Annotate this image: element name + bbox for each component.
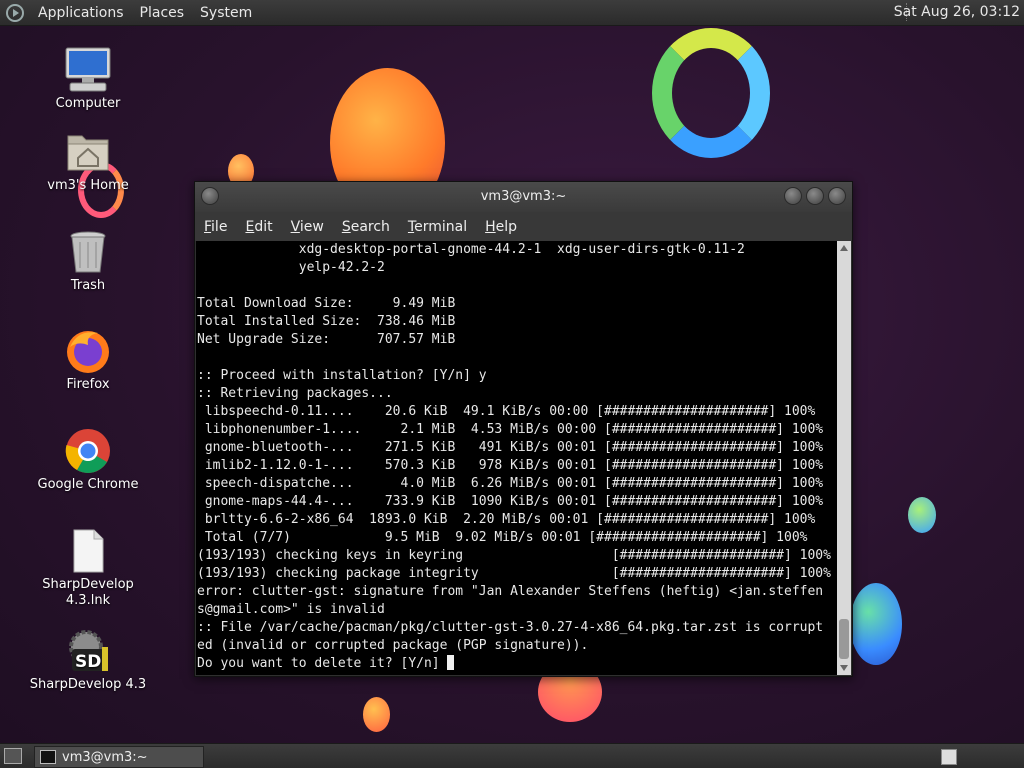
svg-text:SD: SD (75, 652, 101, 672)
home-folder-icon (64, 128, 112, 176)
menu-label: ile (211, 218, 228, 235)
desktop-icon-label: SharpDevelop 4.3.lnk (42, 577, 134, 608)
taskbar-window-label: vm3@vm3:~ (62, 749, 148, 765)
desktop-icon-firefox[interactable]: Firefox (28, 327, 148, 393)
wallpaper-gradient-ring (652, 28, 770, 158)
menu-label: erminal (414, 218, 468, 235)
menu-accel-key: E (245, 218, 255, 235)
firefox-icon (64, 327, 112, 375)
desktop-icon-label: SharpDevelop 4.3 (29, 677, 147, 692)
menu-label: elp (495, 218, 518, 235)
desktop-icon-sharpdevelop-lnk[interactable]: SharpDevelop 4.3.lnk (28, 527, 148, 609)
terminal-output-text: xdg-desktop-portal-gnome-44.2-1 xdg-user… (197, 242, 831, 671)
trash-icon (64, 228, 112, 276)
maximize-button[interactable] (806, 187, 824, 205)
applications-menu[interactable]: Applications (30, 5, 132, 21)
window-title: vm3@vm3:~ (480, 189, 567, 204)
wallpaper-green-blue-balloon (908, 497, 936, 533)
scrollbar-thumb[interactable] (839, 619, 849, 659)
terminal-icon (40, 750, 56, 764)
wallpaper-blue-balloon (850, 583, 902, 665)
menu-accel-key: H (485, 218, 496, 235)
terminal-menubar: File Edit View Search Terminal Help (195, 212, 852, 241)
sharpdevelop-icon: SD (64, 627, 112, 675)
desktop-icon-sharpdevelop[interactable]: SD SharpDevelop 4.3 (28, 627, 148, 693)
minimize-button[interactable] (784, 187, 802, 205)
text-cursor (447, 655, 455, 670)
wallpaper-tiny-orange-balloon (363, 697, 390, 732)
menu-terminal[interactable]: Terminal (399, 219, 476, 235)
workspace-switcher[interactable] (941, 749, 957, 765)
chrome-icon (64, 427, 112, 475)
desktop-icon-label: Trash (70, 278, 106, 293)
desktop-icon-label: vm3's Home (47, 178, 129, 193)
desktop-icon-trash[interactable]: Trash (28, 228, 148, 294)
menu-view[interactable]: View (282, 219, 333, 235)
file-icon (64, 527, 112, 575)
menu-accel-key: S (341, 218, 351, 235)
scroll-down-arrow-icon[interactable] (840, 665, 848, 671)
terminal-window[interactable]: vm3@vm3:~ File Edit View Search Terminal… (194, 181, 853, 677)
desktop-icon-chrome[interactable]: Google Chrome (28, 427, 148, 493)
terminal-output-area[interactable]: xdg-desktop-portal-gnome-44.2-1 xdg-user… (196, 241, 837, 675)
places-menu[interactable]: Places (132, 5, 193, 21)
menu-accel-key: F (204, 218, 212, 235)
computer-icon (64, 46, 112, 94)
desktop-icon-home[interactable]: vm3's Home (28, 128, 148, 194)
panel-clock[interactable]: Sat Aug 26, 03:12 (894, 4, 1020, 20)
desktop-icon-computer[interactable]: Computer (28, 46, 148, 112)
desktop-icon-label: Firefox (66, 377, 110, 392)
terminal-scrollbar[interactable] (837, 241, 851, 675)
bottom-panel: vm3@vm3:~ (0, 743, 1024, 768)
menu-label: dit (254, 218, 273, 235)
menu-file[interactable]: File (195, 219, 236, 235)
terminal-text[interactable]: xdg-desktop-portal-gnome-44.2-1 xdg-user… (196, 241, 831, 673)
menu-label: earch (350, 218, 390, 235)
close-button[interactable] (828, 187, 846, 205)
taskbar-window-button[interactable]: vm3@vm3:~ (34, 746, 204, 768)
menu-label: iew (299, 218, 324, 235)
system-menu[interactable]: System (192, 5, 260, 21)
desktop-icon-label: Google Chrome (37, 477, 139, 492)
scroll-up-arrow-icon[interactable] (840, 245, 848, 251)
window-titlebar[interactable]: vm3@vm3:~ (195, 182, 852, 212)
menu-search[interactable]: Search (333, 219, 399, 235)
distro-logo-icon[interactable] (6, 3, 24, 22)
desktop-icon-label: Computer (55, 96, 121, 111)
show-desktop-icon[interactable] (4, 748, 22, 764)
menu-accel-key: V (290, 218, 300, 235)
menu-edit[interactable]: Edit (236, 219, 281, 235)
menu-help[interactable]: Help (476, 219, 526, 235)
top-panel: Applications Places System Sat Aug 26, 0… (0, 0, 1024, 26)
